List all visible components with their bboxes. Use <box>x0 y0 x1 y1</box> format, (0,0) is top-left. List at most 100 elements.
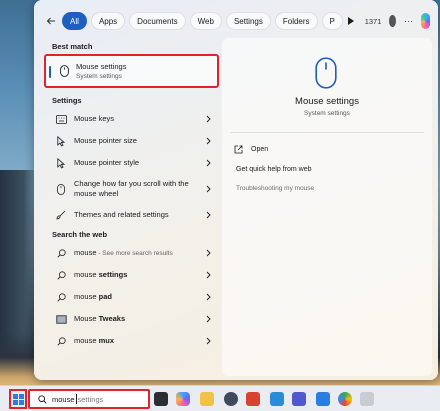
web-result-item[interactable]: mouse - See more search results <box>44 242 220 264</box>
chevron-right-icon <box>204 314 212 324</box>
windows-icon <box>12 393 24 405</box>
teams-icon[interactable] <box>292 392 306 406</box>
tab-settings[interactable]: Settings <box>225 12 271 30</box>
text-caret <box>75 394 77 404</box>
search-input[interactable]: mouse <box>52 395 75 404</box>
detail-subtitle: System settings <box>304 110 350 117</box>
tab-documents[interactable]: Documents <box>129 12 186 30</box>
chevron-right-icon <box>204 114 212 124</box>
keyboard-icon <box>54 114 68 124</box>
best-match-title: Mouse settings <box>76 62 127 71</box>
search-panel: All Apps Documents Web Settings Folders … <box>34 0 438 380</box>
pointer-icon <box>54 135 68 147</box>
tab-apps[interactable]: Apps <box>90 12 126 30</box>
detail-pane: Mouse settings System settings Open Get … <box>222 38 432 376</box>
open-action[interactable]: Open <box>234 142 268 156</box>
mail-icon[interactable] <box>246 392 260 406</box>
settings-heading: Settings <box>52 96 82 105</box>
open-label: Open <box>251 145 269 153</box>
chevron-right-icon <box>204 270 212 280</box>
task-view-icon[interactable] <box>154 392 168 406</box>
chevron-right-icon <box>204 158 212 168</box>
search-suggestion: settings <box>77 394 104 404</box>
web-thumbnail-icon <box>54 314 68 324</box>
filter-bar: All Apps Documents Web Settings Folders … <box>46 11 430 31</box>
app-icon[interactable] <box>224 392 238 406</box>
more-tabs-button[interactable] <box>347 12 355 30</box>
settings-item-label: Mouse keys <box>74 114 115 123</box>
copilot-icon[interactable] <box>421 13 430 29</box>
web-result-item[interactable]: Mouse Tweaks <box>44 308 220 330</box>
chevron-right-icon <box>204 136 212 146</box>
web-result-item[interactable]: mouse settings <box>44 264 220 286</box>
results-list: Best match Mouse settings System setting… <box>42 40 222 352</box>
settings-item-label: Themes and related settings <box>74 210 169 219</box>
web-result-item[interactable]: mouse mux <box>44 330 220 352</box>
store-icon[interactable] <box>316 392 330 406</box>
settings-item-scroll-wheel[interactable]: Change how far you scroll with the mouse… <box>44 174 220 204</box>
tab-all[interactable]: All <box>62 12 87 30</box>
chevron-right-icon <box>204 336 212 346</box>
copilot-app-icon[interactable] <box>176 392 190 406</box>
web-result-text: mouse <box>74 292 99 301</box>
selection-accent <box>49 66 51 78</box>
start-button[interactable] <box>9 389 27 409</box>
open-external-icon <box>234 145 243 153</box>
best-match-item[interactable]: Mouse settings System settings <box>44 54 219 88</box>
file-explorer-icon[interactable] <box>200 392 214 406</box>
settings-item-label: Mouse pointer style <box>74 158 140 167</box>
troubleshooting-link[interactable]: Troubleshooting my mouse <box>236 185 314 192</box>
rewards-count: 1371 <box>364 16 382 26</box>
settings-item-mouse-keys[interactable]: Mouse keys <box>44 108 220 130</box>
telegram-icon[interactable] <box>270 392 284 406</box>
ellipsis-icon: ··· <box>404 16 414 26</box>
chevron-right-icon <box>204 210 212 220</box>
taskbar: mouse settings <box>0 385 440 411</box>
search-icon <box>54 292 68 302</box>
brush-icon <box>54 210 68 220</box>
mouse-icon <box>58 64 70 78</box>
settings-item-label: Change how far you scroll with the mouse… <box>74 179 189 198</box>
mouse-icon <box>54 183 68 195</box>
avatar[interactable] <box>389 15 397 27</box>
web-result-text: mouse <box>74 247 97 257</box>
web-result-bold: mux <box>98 336 115 345</box>
best-match-subtitle: System settings <box>76 73 122 80</box>
web-result-text: mouse <box>74 336 99 345</box>
search-icon <box>54 248 68 258</box>
web-result-bold: pad <box>98 292 112 301</box>
web-result-bold: settings <box>98 270 128 279</box>
tab-web[interactable]: Web <box>189 12 222 30</box>
pointer-icon <box>54 157 68 169</box>
more-options-button[interactable]: ··· <box>404 14 413 28</box>
divider <box>230 132 424 133</box>
settings-item-pointer-size[interactable]: Mouse pointer size <box>44 130 220 152</box>
back-button[interactable] <box>46 12 56 30</box>
search-icon <box>54 336 68 346</box>
tab-folders[interactable]: Folders <box>274 12 318 30</box>
app-icon[interactable] <box>360 392 374 406</box>
search-icon <box>54 270 68 280</box>
settings-item-label: Mouse pointer size <box>74 136 137 145</box>
web-result-text: Mouse <box>74 314 99 323</box>
detail-title: Mouse settings <box>295 96 359 107</box>
chrome-icon[interactable] <box>338 392 352 406</box>
web-result-text: mouse <box>74 270 99 279</box>
quick-help-heading: Get quick help from web <box>236 166 312 173</box>
web-result-item[interactable]: mouse pad <box>44 286 220 308</box>
chevron-right-icon <box>204 248 212 258</box>
taskbar-search-box[interactable]: mouse settings <box>28 389 150 409</box>
mouse-icon <box>311 54 341 92</box>
chevron-right-icon <box>204 292 212 302</box>
play-icon <box>347 17 354 25</box>
settings-item-themes[interactable]: Themes and related settings <box>44 204 220 226</box>
settings-item-pointer-style[interactable]: Mouse pointer style <box>44 152 220 174</box>
search-icon <box>37 394 47 404</box>
tab-p[interactable]: P <box>321 12 343 30</box>
arrow-left-icon <box>46 17 56 25</box>
web-result-bold: Tweaks <box>98 314 126 323</box>
web-heading: Search the web <box>52 230 108 239</box>
chevron-right-icon <box>204 184 212 194</box>
best-match-heading: Best match <box>52 42 93 51</box>
web-result-sub: - See more search results <box>96 249 173 257</box>
